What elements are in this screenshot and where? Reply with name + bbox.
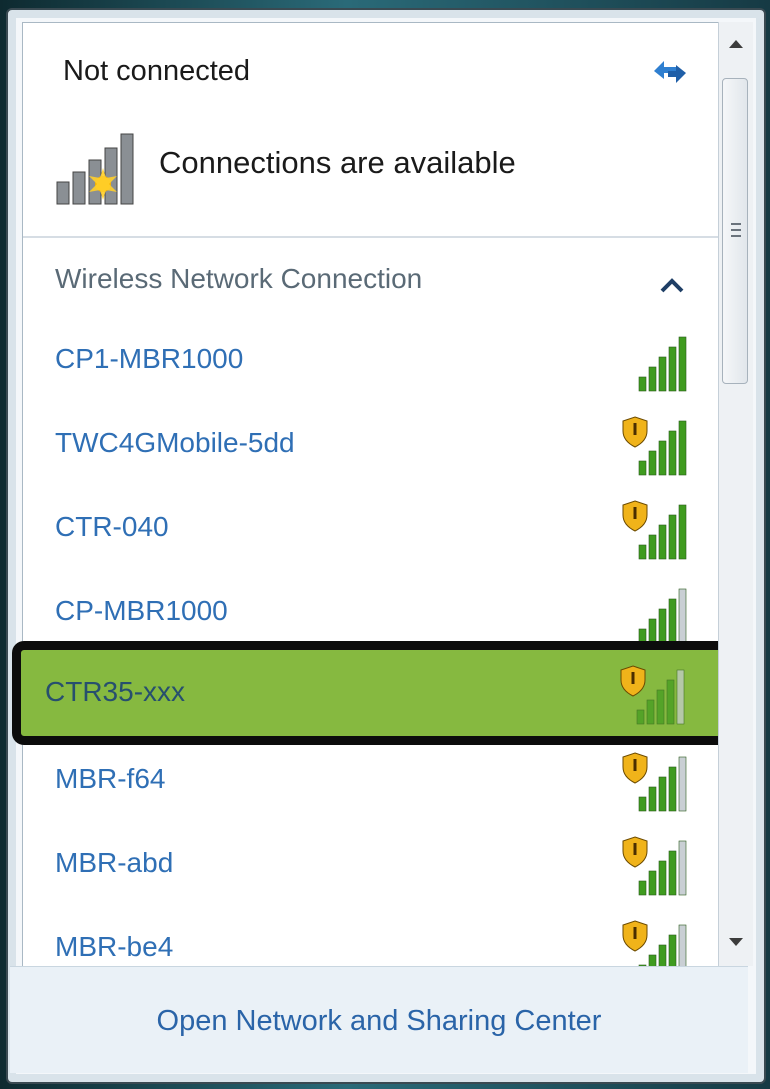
network-name: CP1-MBR1000 bbox=[55, 343, 244, 374]
refresh-icon[interactable] bbox=[650, 53, 690, 87]
network-row[interactable]: MBR-f64 bbox=[23, 745, 719, 821]
network-row[interactable]: TWC4GMobile-5dd bbox=[23, 409, 719, 485]
chevron-up-icon[interactable] bbox=[659, 276, 685, 294]
secured-signal-icon bbox=[622, 500, 687, 560]
grip-icon bbox=[731, 223, 741, 237]
secured-signal-icon bbox=[622, 416, 687, 476]
network-name: TWC4GMobile-5dd bbox=[55, 427, 295, 458]
network-list-panel: Not connected Connections are available … bbox=[22, 22, 720, 968]
network-name: MBR-f64 bbox=[55, 763, 166, 794]
network-name: CP-MBR1000 bbox=[55, 595, 228, 626]
scroll-thumb[interactable] bbox=[722, 78, 748, 384]
divider bbox=[23, 236, 719, 238]
highlighted-network-row[interactable]: CTR35-xxx bbox=[12, 641, 732, 745]
secured-signal-icon bbox=[622, 752, 687, 812]
secured-signal-icon bbox=[622, 920, 687, 967]
network-row[interactable]: MBR-abd bbox=[23, 829, 719, 905]
section-title: Wireless Network Connection bbox=[55, 263, 423, 294]
status-subtitle: Connections are available bbox=[159, 145, 516, 180]
footer: Open Network and Sharing Center bbox=[10, 966, 748, 1073]
scroll-up-arrow-icon[interactable] bbox=[719, 26, 753, 60]
network-row[interactable]: CP1-MBR1000 bbox=[23, 325, 719, 401]
status-title: Not connected bbox=[63, 55, 251, 87]
secured-signal-icon bbox=[620, 665, 685, 725]
scrollbar[interactable] bbox=[718, 22, 753, 966]
network-row[interactable]: MBR-be4 bbox=[23, 913, 719, 967]
scroll-down-arrow-icon[interactable] bbox=[719, 926, 753, 960]
signal-strength-icon bbox=[638, 588, 687, 644]
network-name: MBR-be4 bbox=[55, 931, 174, 962]
network-status-icon bbox=[56, 133, 134, 205]
network-name: CTR-040 bbox=[55, 511, 169, 542]
network-row[interactable]: CTR-040 bbox=[23, 493, 719, 569]
secured-signal-icon bbox=[622, 836, 687, 896]
network-name: CTR35-xxx bbox=[45, 676, 186, 707]
network-name: MBR-abd bbox=[55, 847, 174, 878]
open-network-sharing-center-link[interactable]: Open Network and Sharing Center bbox=[10, 1005, 748, 1038]
signal-strength-icon bbox=[638, 336, 687, 392]
